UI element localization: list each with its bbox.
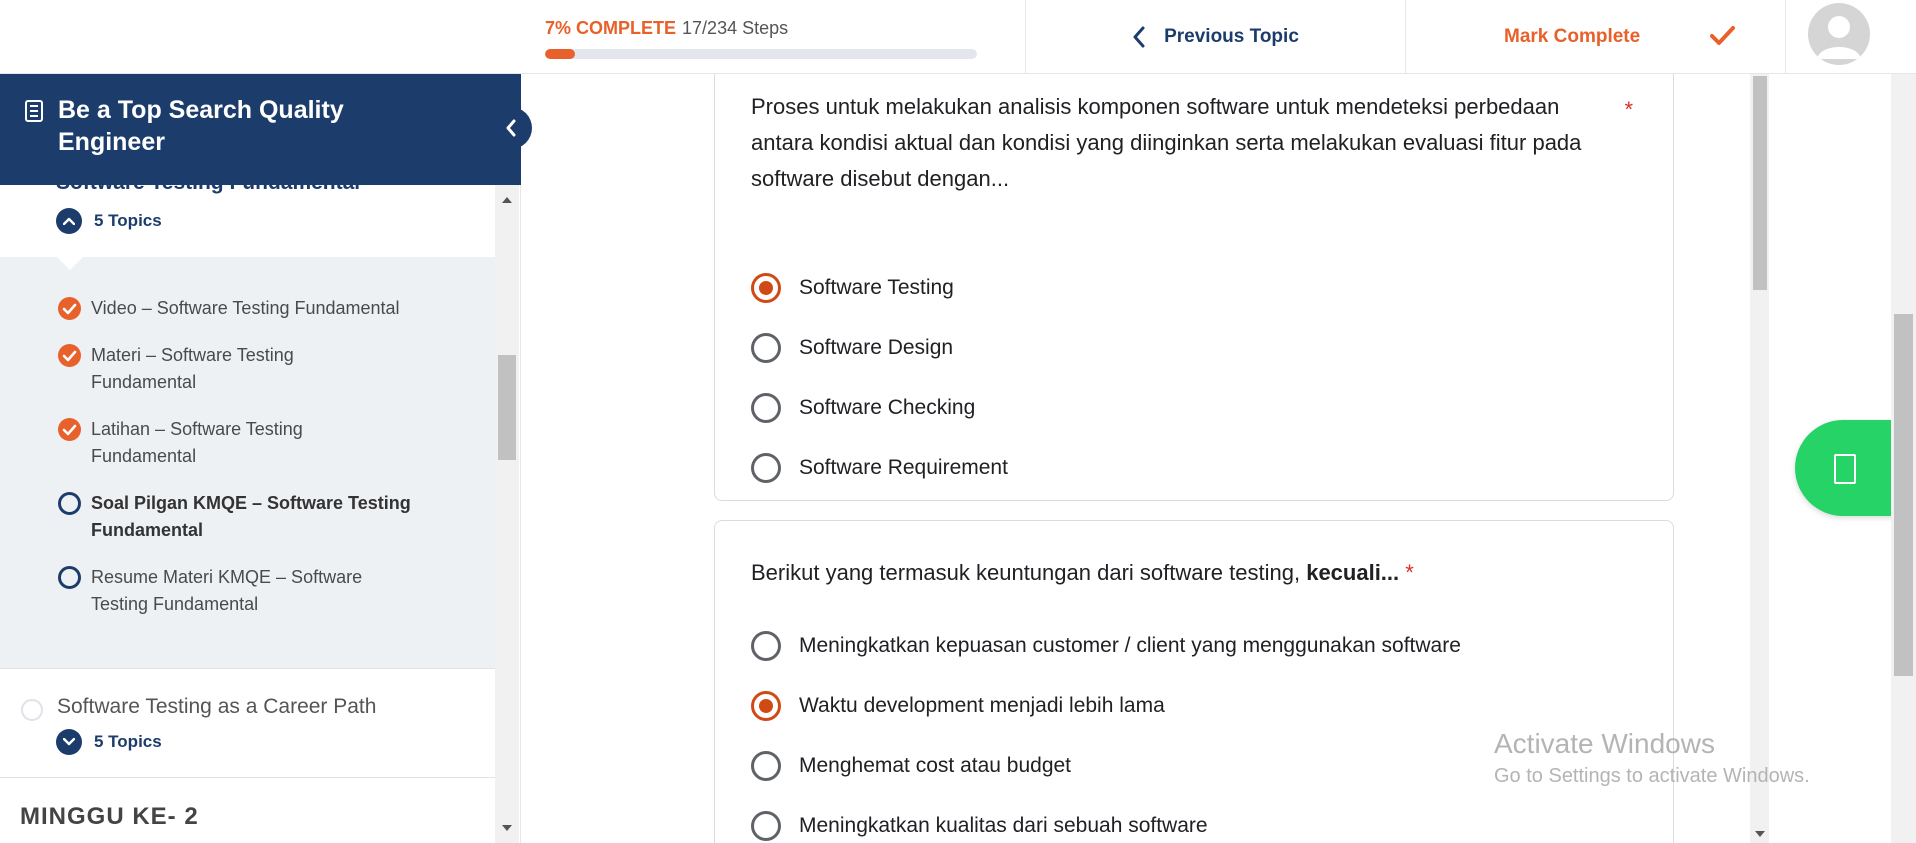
chevron-left-icon — [1133, 26, 1145, 48]
course-sidebar: Be a Top Search Quality Engineer Softwar… — [0, 74, 532, 843]
course-header: Be a Top Search Quality Engineer — [0, 74, 521, 185]
radio-button[interactable] — [751, 631, 781, 661]
chevron-up-icon — [56, 208, 82, 234]
user-menu[interactable] — [1785, 0, 1916, 74]
option-label: Software Requirement — [799, 456, 1008, 479]
sidebar-scrollbar[interactable] — [495, 185, 519, 843]
option-label: Waktu development menjadi lebih lama — [799, 694, 1165, 717]
topic-item[interactable]: Resume Materi KMQE – Software Testing Fu… — [58, 564, 458, 618]
check-circle-icon — [58, 344, 81, 367]
option-label: Software Design — [799, 336, 954, 359]
topics-count: 5 Topics — [94, 211, 162, 230]
sidebar-collapse-button[interactable] — [490, 107, 532, 149]
page-scrollbar[interactable] — [1891, 74, 1916, 843]
whatsapp-icon — [1834, 454, 1856, 484]
mark-complete-button[interactable]: Mark Complete — [1405, 0, 1785, 74]
check-circle-icon — [58, 418, 81, 441]
topics-count: 5 Topics — [94, 732, 162, 751]
topic-label: Video – Software Testing Fundamental — [91, 298, 400, 318]
radio-button[interactable] — [751, 393, 781, 423]
question-card: Proses untuk melakukan analisis komponen… — [714, 74, 1674, 501]
topics-toggle-current[interactable]: 5 Topics — [56, 208, 162, 234]
checkmark-icon — [1710, 26, 1735, 45]
lesson-title-current[interactable]: Software Testing Fundamental — [56, 185, 360, 195]
radio-option[interactable]: Software Requirement — [751, 453, 1008, 483]
scrollbar-thumb[interactable] — [1753, 76, 1767, 290]
topic-label: Latihan – Software Testing Fundamental — [91, 419, 303, 466]
question-text: Berikut yang termasuk keuntungan dari so… — [751, 560, 1414, 585]
topic-label: Materi – Software Testing Fundamental — [91, 345, 294, 392]
radio-option[interactable]: Waktu development menjadi lebih lama — [751, 691, 1165, 721]
required-asterisk: * — [1624, 97, 1633, 122]
scrollbar-thumb[interactable] — [498, 355, 516, 460]
course-title[interactable]: Be a Top Search Quality Engineer — [58, 94, 388, 158]
option-label: Software Checking — [799, 396, 976, 419]
previous-topic-button[interactable]: Previous Topic — [1025, 0, 1405, 74]
incomplete-circle-icon — [58, 492, 81, 515]
mark-complete-label: Mark Complete — [1504, 26, 1641, 47]
course-progress: 7% COMPLETE 17/234 Steps — [545, 16, 977, 59]
incomplete-circle-icon — [21, 699, 43, 721]
radio-option[interactable]: Software Design — [751, 333, 953, 363]
required-asterisk: * — [1405, 560, 1414, 585]
radio-option[interactable]: Meningkatkan kualitas dari sebuah softwa… — [751, 811, 1208, 841]
scroll-up-arrow-icon[interactable] — [502, 197, 512, 203]
topic-item[interactable]: Materi – Software Testing Fundamental — [58, 342, 458, 396]
option-label: Software Testing — [799, 276, 954, 299]
radio-button-selected[interactable] — [751, 691, 781, 721]
radio-option[interactable]: Software Checking — [751, 393, 975, 423]
progress-bar — [545, 49, 977, 59]
question-card: Berikut yang termasuk keuntungan dari so… — [714, 520, 1674, 843]
scrollbar-thumb[interactable] — [1894, 314, 1913, 676]
topics-panel: Video – Software Testing Fundamental Mat… — [0, 256, 495, 668]
top-bar: 7% COMPLETE 17/234 Steps Previous Topic M… — [0, 0, 1916, 74]
radio-option[interactable]: Menghemat cost atau budget — [751, 751, 1071, 781]
topic-label: Soal Pilgan KMQE – Software Testing Fund… — [91, 493, 411, 540]
topic-item[interactable]: Latihan – Software Testing Fundamental — [58, 416, 458, 470]
radio-option[interactable]: Meningkatkan kepuasan customer / client … — [751, 631, 1461, 661]
book-icon — [25, 100, 43, 122]
whatsapp-chat-button[interactable] — [1795, 420, 1895, 516]
incomplete-circle-icon — [58, 566, 81, 589]
watermark-title: Activate Windows — [1494, 728, 1715, 759]
radio-button-selected[interactable] — [751, 273, 781, 303]
chevron-left-icon — [506, 119, 516, 137]
progress-percent: 7% COMPLETE — [545, 18, 677, 38]
radio-button[interactable] — [751, 811, 781, 841]
radio-button[interactable] — [751, 453, 781, 483]
progress-steps: 17/234 Steps — [682, 18, 789, 38]
question-text: Proses untuk melakukan analisis komponen… — [751, 94, 1582, 191]
radio-button[interactable] — [751, 751, 781, 781]
previous-topic-label: Previous Topic — [1164, 26, 1299, 47]
option-label: Menghemat cost atau budget — [799, 754, 1072, 777]
lesson-title: Software Testing as a Career Path — [57, 695, 377, 718]
windows-activation-watermark: Activate Windows Go to Settings to activ… — [1494, 726, 1810, 790]
check-circle-icon — [58, 297, 81, 320]
question-emphasis: kecuali... — [1306, 560, 1400, 585]
topic-item[interactable]: Video – Software Testing Fundamental — [58, 295, 458, 322]
topic-item-current[interactable]: Soal Pilgan KMQE – Software Testing Fund… — [58, 490, 458, 544]
radio-option[interactable]: Software Testing — [751, 273, 954, 303]
section-heading: MINGGU KE- 2 — [20, 803, 199, 830]
chevron-down-icon — [56, 729, 82, 755]
lesson-item[interactable]: Software Testing as a Career Path 5 Topi… — [0, 668, 495, 778]
radio-button[interactable] — [751, 333, 781, 363]
avatar-icon[interactable] — [1808, 3, 1870, 65]
watermark-subtitle: Go to Settings to activate Windows. — [1494, 765, 1810, 787]
topic-label: Resume Materi KMQE – Software Testing Fu… — [91, 567, 363, 614]
topics-toggle[interactable]: 5 Topics — [56, 729, 162, 755]
option-label: Meningkatkan kualitas dari sebuah softwa… — [799, 814, 1208, 837]
scroll-down-arrow-icon[interactable] — [502, 825, 512, 831]
lesson-list: Software Testing Fundamental 5 Topics Vi… — [0, 185, 495, 843]
progress-bar-fill — [545, 49, 576, 59]
option-label: Meningkatkan kepuasan customer / client … — [799, 634, 1461, 657]
scroll-down-arrow-icon[interactable] — [1755, 831, 1765, 837]
